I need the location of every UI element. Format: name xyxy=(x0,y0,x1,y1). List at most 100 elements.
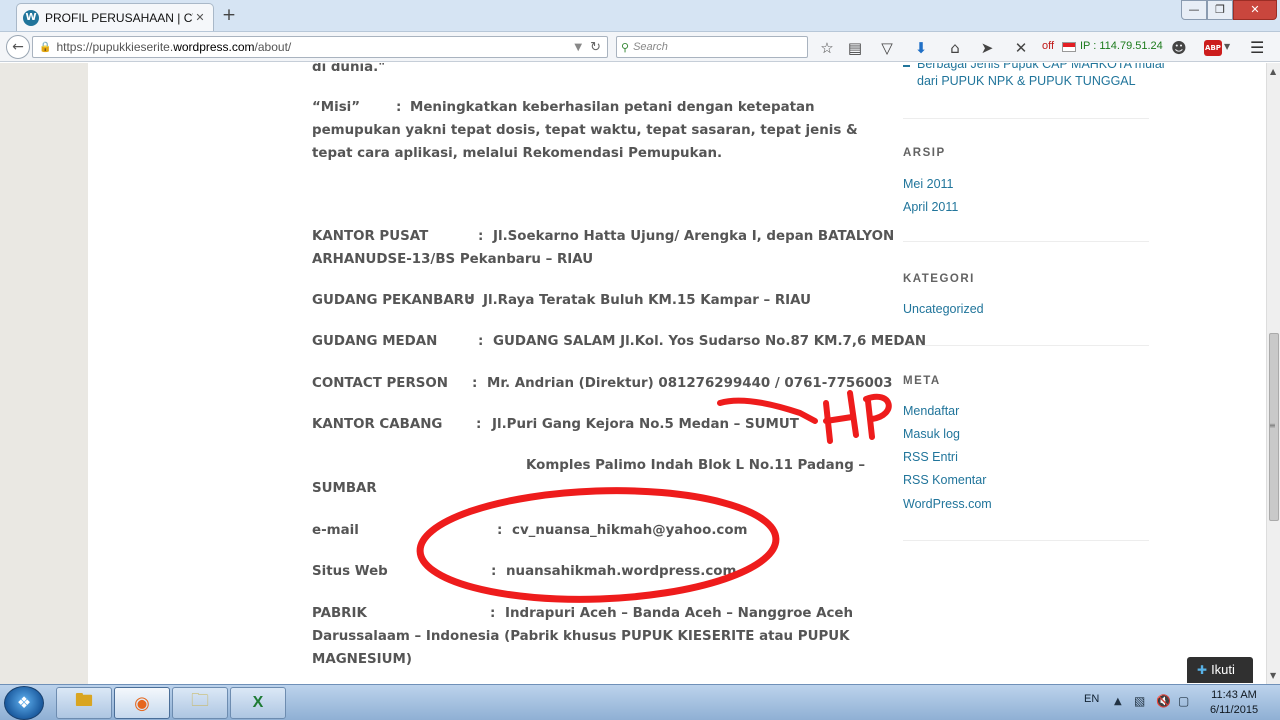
tab-profil-perusahaan[interactable]: W PROFIL PERUSAHAAN | CV... ✕ xyxy=(16,3,214,31)
row-sep: : xyxy=(478,229,484,244)
search-input[interactable]: ⚲ Search xyxy=(616,36,808,58)
adblock-dropdown-icon[interactable]: ▼ xyxy=(1224,42,1230,51)
row-label-gudang-medan: GUDANG MEDAN xyxy=(312,334,438,349)
row-label-pabrik: PABRIK xyxy=(312,606,367,621)
url-text[interactable]: https://pupukkieserite.wordpress.com/abo… xyxy=(56,40,574,54)
tab-title: PROFIL PERUSAHAAN | CV... xyxy=(45,10,193,25)
meta-link-masuk-log[interactable]: Masuk log xyxy=(903,427,960,441)
row-value3-pabrik: MAGNESIUM) xyxy=(312,652,412,667)
scroll-down-icon[interactable]: ▼ xyxy=(1270,671,1276,680)
recent-post-link-line2[interactable]: dari PUPUK NPK & PUPUK TUNGGAL xyxy=(917,74,1136,88)
scroll-up-icon[interactable]: ▲ xyxy=(1270,67,1276,76)
folder-icon[interactable]: 🗀 xyxy=(172,687,228,719)
safely-remove-hardware-icon[interactable]: ▧ xyxy=(1134,694,1145,708)
row-sep: : xyxy=(491,564,497,579)
row-sep: : xyxy=(467,293,473,308)
row-value-pabrik: Indrapuri Aceh – Banda Aceh – Nanggroe A… xyxy=(505,606,854,621)
row-value-padang: Komples Palimo Indah Blok L No.11 Padang… xyxy=(526,458,866,473)
reload-icon[interactable]: ↻ xyxy=(590,40,601,55)
download-icon[interactable]: ⬇ xyxy=(912,38,930,58)
scroll-grip-icon: ≡ xyxy=(1269,421,1276,430)
row-value-kantor-cabang: Jl.Puri Gang Kejora No.5 Medan – SUMUT xyxy=(492,417,799,432)
row-sep: : xyxy=(472,376,478,391)
lock-icon[interactable]: 🔒 xyxy=(39,42,51,53)
arsip-link-mei-2011[interactable]: Mei 2011 xyxy=(903,177,954,191)
row-value-situs-web: nuansahikmah.wordpress.com xyxy=(506,564,737,579)
vertical-scrollbar[interactable]: ▲ ≡ ▼ xyxy=(1266,63,1280,684)
row-value-contact-person: Mr. Andrian (Direktur) 081276299440 / 07… xyxy=(487,376,893,391)
text-fragment: di dunia." xyxy=(312,63,386,75)
ip-status[interactable]: off xyxy=(1042,40,1054,52)
tab-close-icon[interactable]: ✕ xyxy=(193,11,207,24)
plus-circle-icon: ✚ xyxy=(1197,663,1208,677)
meta-link-wordpress[interactable]: WordPress.com xyxy=(903,497,992,511)
start-button-icon[interactable]: ❖ xyxy=(4,686,44,720)
firefox-icon[interactable]: ◉ xyxy=(114,687,170,719)
close-window-button[interactable]: ✕ xyxy=(1233,0,1277,20)
new-tab-button[interactable]: + xyxy=(220,5,238,25)
row-sep: : xyxy=(490,606,496,621)
kategori-link-uncategorized[interactable]: Uncategorized xyxy=(903,302,984,316)
arsip-link-april-2011[interactable]: April 2011 xyxy=(903,200,958,214)
row-label-email: e-mail xyxy=(312,523,359,538)
star-icon[interactable]: ☆ xyxy=(818,38,836,58)
send-icon[interactable]: ➤ xyxy=(978,38,996,58)
language-indicator[interactable]: EN xyxy=(1084,693,1099,705)
excel-icon[interactable]: X xyxy=(230,687,286,719)
row-value2-kantor-pusat: ARHANUDSE-13/BS Pekanbaru – RIAU xyxy=(312,252,594,267)
meta-link-mendaftar[interactable]: Mendaftar xyxy=(903,404,959,418)
windows-taskbar: ❖ 🖿 ◉ 🗀 X EN ▲ ▧ 🔇 ▢ 11:43 AM 6/11/2015 xyxy=(0,684,1280,720)
volume-icon[interactable]: 🔇 xyxy=(1156,694,1171,708)
kategori-heading: KATEGORI xyxy=(903,273,975,285)
row-value-gudang-pekanbaru: Jl.Raya Teratak Buluh KM.15 Kampar – RIA… xyxy=(483,293,811,308)
system-clock[interactable]: 11:43 AM 6/11/2015 xyxy=(1202,688,1266,718)
adblock-plus-icon[interactable]: ABP xyxy=(1204,40,1222,56)
x-icon[interactable]: ✕ xyxy=(1012,38,1030,58)
divider xyxy=(903,241,1149,242)
maximize-button[interactable]: ❐ xyxy=(1207,0,1233,20)
back-icon[interactable]: ← xyxy=(6,35,30,59)
recent-post-link[interactable]: Berbagai Jenis Pupuk CAP MAHKOTA mulai xyxy=(917,63,1165,71)
search-placeholder: Search xyxy=(633,41,668,53)
row-label-gudang-pekanbaru: GUDANG PEKANBARU xyxy=(312,293,475,308)
indonesia-flag-icon xyxy=(1062,42,1076,52)
minimize-button[interactable]: — xyxy=(1181,0,1207,20)
follow-button[interactable]: ✚ Ikuti xyxy=(1187,657,1253,683)
row-value-gudang-medan: GUDANG SALAM Jl.Kol. Yos Sudarso No.87 K… xyxy=(493,334,927,349)
pocket-icon[interactable]: ▽ xyxy=(878,38,896,58)
row-value2-padang: SUMBAR xyxy=(312,481,377,496)
row-label-kantor-pusat: KANTOR PUSAT xyxy=(312,229,429,244)
address-bar[interactable]: 🔒 https://pupukkieserite.wordpress.com/a… xyxy=(32,36,608,58)
row-label-kantor-cabang: KANTOR CABANG xyxy=(312,417,443,432)
clock-time: 11:43 AM xyxy=(1211,689,1257,701)
row-value2-pabrik: Darussalaam – Indonesia (Pabrik khusus P… xyxy=(312,629,850,644)
network-icon[interactable]: ▢ xyxy=(1178,694,1189,708)
navigation-toolbar: ← 🔒 https://pupukkieserite.wordpress.com… xyxy=(0,32,1280,62)
wordpress-favicon-icon: W xyxy=(23,9,39,26)
search-icon: ⚲ xyxy=(621,40,630,54)
meta-link-rss-entri[interactable]: RSS Entri xyxy=(903,450,958,464)
divider xyxy=(903,345,1149,346)
home-icon[interactable]: ⌂ xyxy=(946,38,964,58)
row-value-kantor-pusat: Jl.Soekarno Hatta Ujung/ Arengka I, depa… xyxy=(493,229,895,244)
page-viewport: di dunia." “Misi” : Meningkatkan keberha… xyxy=(0,63,1266,684)
row-value-email: cv_nuansa_hikmah@yahoo.com xyxy=(512,523,748,538)
clock-date: 6/11/2015 xyxy=(1209,704,1259,716)
chat-icon[interactable]: ☻ xyxy=(1170,38,1188,58)
row-label-situs-web: Situs Web xyxy=(312,564,388,579)
list-bullet xyxy=(903,65,910,67)
row-label-contact-person: CONTACT PERSON xyxy=(312,376,449,391)
row-sep: : xyxy=(497,523,503,538)
row-sep: : xyxy=(476,417,482,432)
url-history-dropdown-icon[interactable]: ▼ xyxy=(574,42,582,53)
menu-icon[interactable]: ☰ xyxy=(1250,38,1270,57)
meta-link-rss-komentar[interactable]: RSS Komentar xyxy=(903,473,986,487)
follow-label: Ikuti xyxy=(1211,662,1235,677)
ip-address[interactable]: IP : 114.79.51.24 xyxy=(1080,40,1163,52)
divider xyxy=(903,540,1149,541)
meta-heading: META xyxy=(903,375,941,387)
show-hidden-icons-icon[interactable]: ▲ xyxy=(1114,696,1122,707)
windows-explorer-icon[interactable]: 🖿 xyxy=(56,687,112,719)
reading-list-icon[interactable]: ▤ xyxy=(846,38,864,58)
divider xyxy=(903,118,1149,119)
